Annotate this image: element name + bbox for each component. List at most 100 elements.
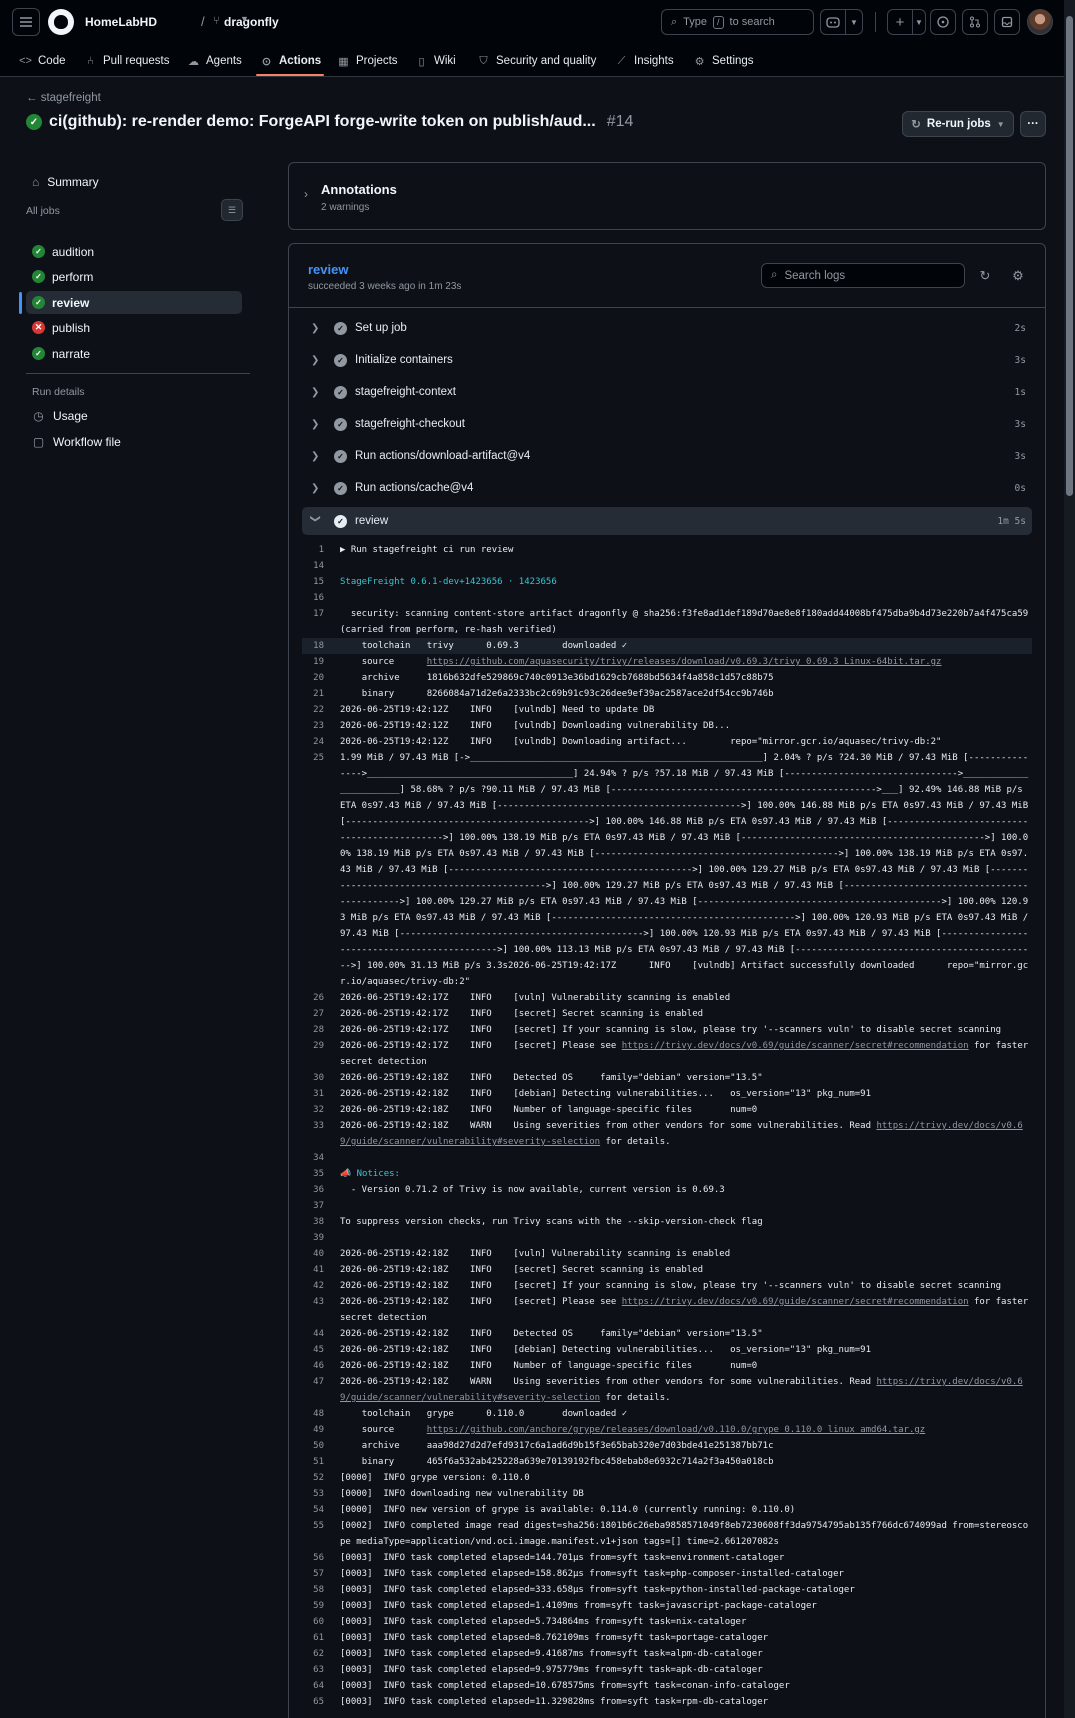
sidebar-job-narrate[interactable]: ✓ narrate xyxy=(26,342,242,365)
sidebar-usage[interactable]: ◷ Usage xyxy=(26,405,87,427)
log-line-number[interactable]: 35 xyxy=(289,1166,340,1182)
step-stagefreight-context[interactable]: ❯ ✓ stagefreight-context 1s xyxy=(302,378,1032,406)
hamburger-menu-icon[interactable] xyxy=(12,8,40,36)
log-line-number[interactable]: 38 xyxy=(289,1214,340,1230)
log-link[interactable]: https://trivy.dev/docs/v0.69/guide/scann… xyxy=(622,1041,969,1051)
sidebar-job-perform[interactable]: ✓ perform xyxy=(26,265,242,288)
log-line-number[interactable]: 45 xyxy=(289,1342,340,1358)
sidebar-job-audition[interactable]: ✓ audition xyxy=(26,240,242,263)
log-line-number[interactable]: 19 xyxy=(289,654,340,670)
log-line-number[interactable]: 26 xyxy=(289,990,340,1006)
log-line-number[interactable]: 49 xyxy=(289,1422,340,1438)
log-line-number[interactable]: 29 xyxy=(289,1038,340,1070)
search-logs-input[interactable]: ⌕ Search logs xyxy=(761,263,965,288)
step-set-up-job[interactable]: ❯ ✓ Set up job 2s xyxy=(302,314,1032,342)
log-line-number[interactable]: 53 xyxy=(289,1486,340,1502)
log-line-number[interactable]: 34 xyxy=(289,1150,340,1166)
issues-icon[interactable] xyxy=(930,9,956,35)
github-logo-icon[interactable] xyxy=(48,9,74,35)
log-line-number[interactable]: 31 xyxy=(289,1086,340,1102)
log-line-number[interactable]: 30 xyxy=(289,1070,340,1086)
log-line-number[interactable]: 17 xyxy=(289,606,340,638)
step-cache[interactable]: ❯ ✓ Run actions/cache@v4 0s xyxy=(302,474,1032,502)
filter-icon[interactable]: ☰ xyxy=(221,199,243,221)
log-line-number[interactable]: 1 xyxy=(289,542,340,558)
step-download-artifact[interactable]: ❯ ✓ Run actions/download-artifact@v4 3s xyxy=(302,442,1032,470)
log-line-number[interactable]: 37 xyxy=(289,1198,340,1214)
log-line-number[interactable]: 55 xyxy=(289,1518,340,1550)
log-line-number[interactable]: 15 xyxy=(289,574,340,590)
log-line-number[interactable]: 40 xyxy=(289,1246,340,1262)
log-line-number[interactable]: 42 xyxy=(289,1278,340,1294)
owner-link[interactable]: HomeLabHD xyxy=(85,15,157,29)
log-line-number[interactable]: 59 xyxy=(289,1598,340,1614)
log-line-number[interactable]: 47 xyxy=(289,1374,340,1406)
log-line-number[interactable]: 21 xyxy=(289,686,340,702)
log-line-number[interactable]: 56 xyxy=(289,1550,340,1566)
log-line-number[interactable]: 22 xyxy=(289,702,340,718)
tab-settings[interactable]: ⚙ Settings xyxy=(693,49,754,73)
log-line-number[interactable]: 52 xyxy=(289,1470,340,1486)
log-line-number[interactable]: 20 xyxy=(289,670,340,686)
log-line-number[interactable]: 62 xyxy=(289,1646,340,1662)
user-avatar[interactable] xyxy=(1027,9,1053,35)
log-line-number[interactable]: 60 xyxy=(289,1614,340,1630)
log-line-number[interactable]: 39 xyxy=(289,1230,340,1246)
tab-insights[interactable]: ⟋ Insights xyxy=(615,49,674,73)
create-dropdown-icon[interactable]: ▼ xyxy=(912,9,926,35)
log-line-number[interactable]: 57 xyxy=(289,1566,340,1582)
log-line-number[interactable]: 28 xyxy=(289,1022,340,1038)
inbox-icon[interactable] xyxy=(994,9,1020,35)
log-line-number[interactable]: 25 xyxy=(289,750,340,990)
back-link[interactable]: ← stagefreight xyxy=(26,92,101,104)
log-line-number[interactable]: 43 xyxy=(289,1294,340,1326)
global-search-input[interactable]: ⌕ Type / to search xyxy=(661,9,814,35)
log-link[interactable]: https://github.com/anchore/grype/release… xyxy=(427,1425,926,1435)
log-line-number[interactable]: 51 xyxy=(289,1454,340,1470)
page-scrollbar[interactable] xyxy=(1064,0,1075,1718)
log-link[interactable]: https://trivy.dev/docs/v0.69/guide/scann… xyxy=(622,1297,969,1307)
refresh-icon[interactable]: ↻ xyxy=(974,265,996,287)
tab-projects[interactable]: ▦ Projects xyxy=(337,49,397,73)
log-line-number[interactable]: 27 xyxy=(289,1006,340,1022)
sidebar-job-review[interactable]: ✓ review xyxy=(26,291,242,314)
tab-agents[interactable]: ☁ Agents xyxy=(187,49,242,73)
log-line-number[interactable]: 14 xyxy=(289,558,340,574)
log-line-number[interactable]: 54 xyxy=(289,1502,340,1518)
log-line-number[interactable]: 41 xyxy=(289,1262,340,1278)
tab-wiki[interactable]: ▯ Wiki xyxy=(415,49,455,73)
more-options-button[interactable]: ··· xyxy=(1020,111,1046,137)
sidebar-job-publish[interactable]: ✕ publish xyxy=(26,316,242,339)
copilot-dropdown-icon[interactable]: ▼ xyxy=(845,9,863,35)
log-line-number[interactable]: 16 xyxy=(289,590,340,606)
plus-icon[interactable]: + xyxy=(887,9,913,35)
copilot-icon[interactable] xyxy=(820,9,846,35)
tab-pull-requests[interactable]: ⑃ Pull requests xyxy=(84,49,169,73)
log-line-number[interactable]: 50 xyxy=(289,1438,340,1454)
log-line-number[interactable]: 65 xyxy=(289,1694,340,1710)
log-line-number[interactable]: 23 xyxy=(289,718,340,734)
log-line-number[interactable]: 63 xyxy=(289,1662,340,1678)
log-line-number[interactable]: 46 xyxy=(289,1358,340,1374)
step-stagefreight-checkout[interactable]: ❯ ✓ stagefreight-checkout 3s xyxy=(302,410,1032,438)
log-line-number[interactable]: 44 xyxy=(289,1326,340,1342)
log-line-number[interactable]: 48 xyxy=(289,1406,340,1422)
tab-code[interactable]: <> Code xyxy=(19,49,65,73)
sidebar-workflow-file[interactable]: ▢ Workflow file xyxy=(26,431,121,453)
gear-icon[interactable]: ⚙ xyxy=(1007,265,1029,287)
log-line-number[interactable]: 18 xyxy=(302,638,340,654)
log-line-number[interactable]: 24 xyxy=(289,734,340,750)
log-line-number[interactable]: 33 xyxy=(289,1118,340,1150)
job-title[interactable]: review xyxy=(308,262,348,277)
log-line-number[interactable]: 61 xyxy=(289,1630,340,1646)
log-line-number[interactable]: 36 xyxy=(289,1182,340,1198)
scrollbar-thumb[interactable] xyxy=(1066,16,1073,496)
log-line-number[interactable]: 32 xyxy=(289,1102,340,1118)
step-initialize-containers[interactable]: ❯ ✓ Initialize containers 3s xyxy=(302,346,1032,374)
repo-dropdown-icon[interactable]: ▼ xyxy=(240,14,249,24)
repo-link[interactable]: dragonfly xyxy=(224,15,279,29)
tab-security[interactable]: ⛉ Security and quality xyxy=(477,49,596,73)
rerun-jobs-button[interactable]: ↻ Re-run jobs ▼ xyxy=(902,111,1014,137)
log-line-number[interactable]: 64 xyxy=(289,1678,340,1694)
tab-actions[interactable]: ⊙ Actions xyxy=(260,49,321,73)
